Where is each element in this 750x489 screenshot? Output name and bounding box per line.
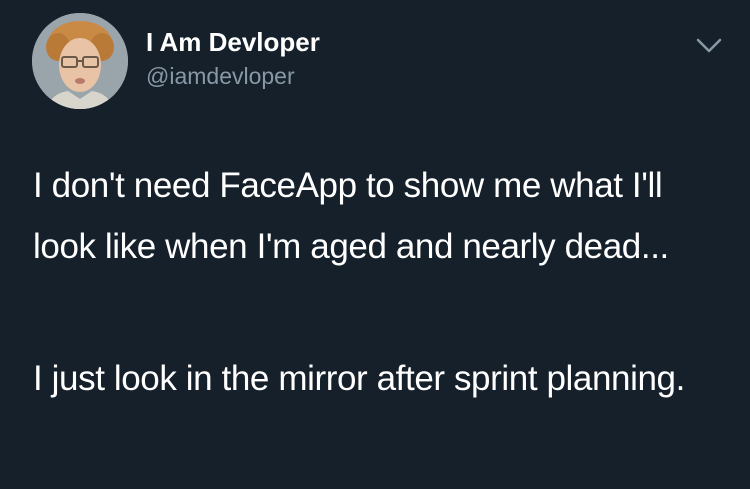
tweet-card: I Am Devloper @iamdevloper I don't need … — [0, 0, 750, 489]
chevron-down-icon[interactable] — [692, 32, 726, 58]
avatar[interactable] — [32, 13, 128, 109]
author-handle[interactable]: @iamdevloper — [146, 62, 295, 90]
tweet-paragraph: I just look in the mirror after sprint p… — [33, 359, 685, 398]
profile-photo-icon — [32, 13, 128, 109]
author-display-name[interactable]: I Am Devloper — [146, 27, 320, 57]
tweet-paragraph: I don't need FaceApp to show me what I'l… — [33, 166, 669, 266]
